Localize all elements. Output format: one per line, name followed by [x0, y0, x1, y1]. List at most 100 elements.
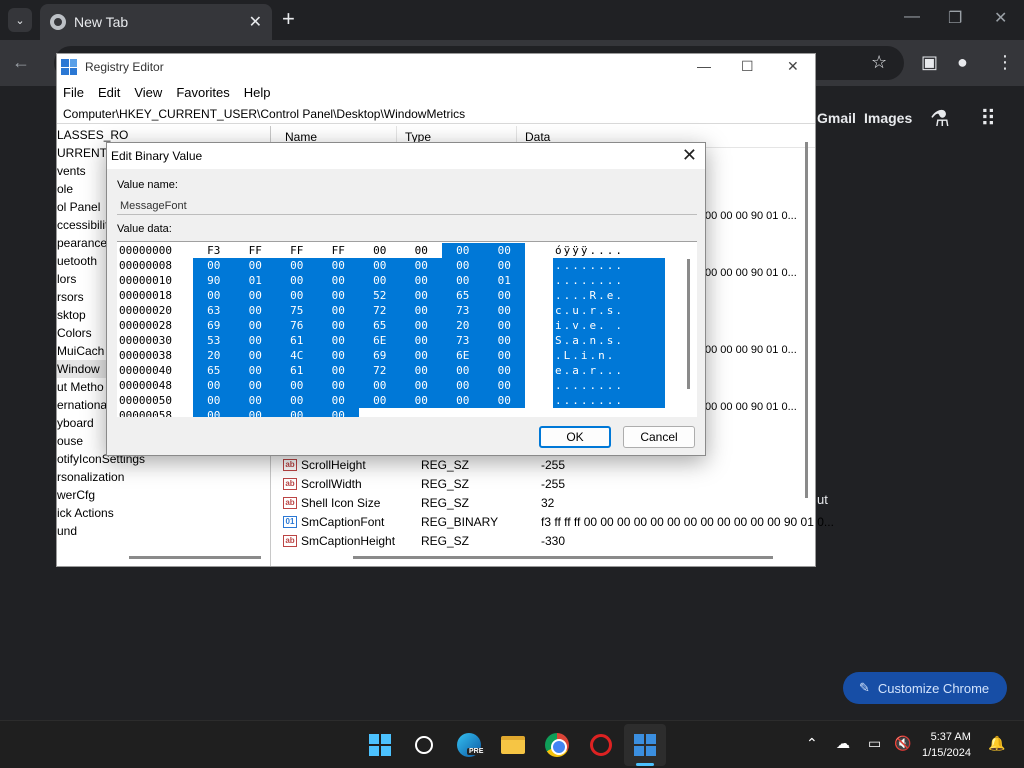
hex-byte[interactable]: FF [235, 243, 277, 258]
ok-button[interactable]: OK [539, 426, 611, 448]
hex-byte[interactable]: 00 [400, 348, 442, 363]
hex-row[interactable]: 00000040 65 00 61 00 72 00 00 00 [117, 363, 525, 378]
more-menu-icon[interactable]: ⋮ [996, 52, 1014, 73]
hex-byte[interactable]: 00 [317, 378, 359, 393]
hex-byte[interactable]: 00 [193, 408, 235, 417]
menu-help[interactable]: Help [244, 85, 271, 100]
hex-byte[interactable]: 00 [483, 363, 525, 378]
hex-byte[interactable]: 00 [234, 393, 276, 408]
hex-byte[interactable]: 00 [276, 258, 318, 273]
close-tab-icon[interactable]: ✕ [249, 12, 262, 32]
hex-vertical-scrollbar[interactable] [687, 259, 690, 389]
hex-byte[interactable]: 53 [193, 333, 235, 348]
list-horizontal-scrollbar[interactable] [353, 556, 773, 559]
hex-byte[interactable]: 01 [234, 273, 276, 288]
hex-byte[interactable]: 00 [234, 348, 276, 363]
hex-row[interactable]: 00000048 00 00 00 00 00 00 00 00 [117, 378, 525, 393]
list-vertical-scrollbar[interactable] [805, 142, 808, 498]
hex-byte[interactable]: 00 [442, 393, 484, 408]
profile-icon[interactable]: ● [957, 52, 968, 73]
cloud-offline-icon[interactable]: ☁ [836, 735, 850, 752]
hex-byte[interactable]: 00 [359, 243, 401, 258]
hex-ascii[interactable]: ....R.e. [553, 288, 665, 303]
hex-row[interactable]: 00000038 20 00 4C 00 69 00 6E 00 [117, 348, 525, 363]
hex-byte[interactable]: 00 [276, 393, 318, 408]
hex-byte[interactable]: 65 [193, 363, 235, 378]
hex-byte[interactable]: 00 [317, 408, 359, 417]
tree-horizontal-scrollbar[interactable] [129, 556, 261, 559]
hex-row[interactable]: 00000020 63 00 75 00 72 00 73 00 [117, 303, 525, 318]
hex-byte[interactable]: 00 [317, 318, 359, 333]
hex-byte[interactable]: 00 [400, 378, 442, 393]
hex-byte[interactable]: 75 [276, 303, 318, 318]
hex-byte[interactable]: 00 [317, 288, 359, 303]
hex-editor[interactable]: 00000000 F3 FF FF FF 00 00 00 00 óÿÿÿ.... 00000008… [117, 241, 697, 417]
volume-muted-icon[interactable]: 🔇 [894, 735, 911, 752]
hex-ascii[interactable]: e.a.r... [553, 363, 665, 378]
hex-ascii[interactable]: ........ [553, 393, 665, 408]
tree-item[interactable]: werCfg [57, 486, 270, 504]
edge-preview-button[interactable]: PRE [455, 731, 486, 759]
bookmark-star-icon[interactable]: ☆ [871, 52, 887, 73]
hex-byte[interactable]: 00 [483, 348, 525, 363]
hex-byte[interactable]: 00 [400, 288, 442, 303]
hex-byte[interactable]: 00 [400, 363, 442, 378]
hex-byte[interactable]: 00 [276, 288, 318, 303]
file-explorer-button[interactable] [499, 731, 527, 759]
hex-byte[interactable]: 00 [483, 318, 525, 333]
hex-byte[interactable]: 00 [400, 318, 442, 333]
hex-byte[interactable]: 00 [400, 273, 442, 288]
hex-ascii[interactable]: c.u.r.s. [553, 303, 665, 318]
list-item[interactable]: 01 SmCaptionFont REG_BINARY f3 ff ff ff … [283, 512, 834, 531]
customize-chrome-button[interactable]: ✎ Customize Chrome [843, 672, 1007, 704]
hex-byte[interactable]: 63 [193, 303, 235, 318]
images-link[interactable]: Images [864, 110, 912, 126]
hex-byte[interactable]: 4C [276, 348, 318, 363]
hex-ascii[interactable]: óÿÿÿ.... [553, 243, 665, 258]
hex-byte[interactable]: 65 [442, 288, 484, 303]
regedit-address-bar[interactable]: Computer\HKEY_CURRENT_USER\Control Panel… [57, 104, 815, 124]
hex-byte[interactable]: 00 [483, 258, 525, 273]
hex-byte[interactable]: 00 [442, 258, 484, 273]
hex-byte[interactable]: 73 [442, 303, 484, 318]
hex-byte[interactable]: 00 [483, 303, 525, 318]
hex-byte[interactable]: 76 [276, 318, 318, 333]
hex-row[interactable]: 00000028 69 00 76 00 65 00 20 00 [117, 318, 525, 333]
hex-byte[interactable]: 52 [359, 288, 401, 303]
minimize-icon[interactable]: — [904, 8, 920, 26]
hex-byte[interactable]: 00 [483, 378, 525, 393]
hex-byte[interactable]: 90 [193, 273, 235, 288]
hex-ascii[interactable]: ........ [553, 273, 665, 288]
hex-byte[interactable]: 6E [442, 348, 484, 363]
hex-row[interactable]: 00000050 00 00 00 00 00 00 00 00 [117, 393, 525, 408]
list-item[interactable]: ab ScrollHeight REG_SZ -255 [283, 455, 565, 474]
hex-byte[interactable]: F3 [193, 243, 235, 258]
hex-byte[interactable]: 00 [317, 393, 359, 408]
hex-row[interactable]: 00000030 53 00 61 00 6E 00 73 00 [117, 333, 525, 348]
menu-view[interactable]: View [134, 85, 162, 100]
hex-byte[interactable]: 00 [193, 258, 235, 273]
tree-item[interactable]: rsonalization [57, 468, 270, 486]
hex-byte[interactable]: 00 [483, 333, 525, 348]
hex-byte[interactable]: 00 [317, 363, 359, 378]
hex-row[interactable]: 00000018 00 00 00 00 52 00 65 00 [117, 288, 525, 303]
hex-byte[interactable]: 00 [234, 378, 276, 393]
hex-byte[interactable]: 00 [317, 258, 359, 273]
hex-byte[interactable]: 00 [317, 348, 359, 363]
start-button[interactable] [366, 731, 394, 759]
hex-byte[interactable]: 00 [400, 333, 442, 348]
hex-byte[interactable]: 00 [276, 273, 318, 288]
hex-byte[interactable]: 00 [234, 333, 276, 348]
hex-byte[interactable]: 00 [276, 408, 318, 417]
hex-byte[interactable]: 00 [400, 303, 442, 318]
menu-favorites[interactable]: Favorites [176, 85, 229, 100]
tree-item[interactable]: ick Actions [57, 504, 270, 522]
hex-byte[interactable]: 00 [193, 393, 235, 408]
hex-ascii[interactable]: i.v.e. . [553, 318, 665, 333]
hex-byte[interactable]: 00 [401, 243, 443, 258]
hex-byte[interactable]: 61 [276, 363, 318, 378]
back-arrow-icon[interactable]: ← [12, 52, 30, 73]
regedit-taskbar-button[interactable] [631, 731, 659, 759]
hex-byte[interactable]: 00 [234, 318, 276, 333]
regedit-close-icon[interactable]: ✕ [787, 58, 799, 75]
